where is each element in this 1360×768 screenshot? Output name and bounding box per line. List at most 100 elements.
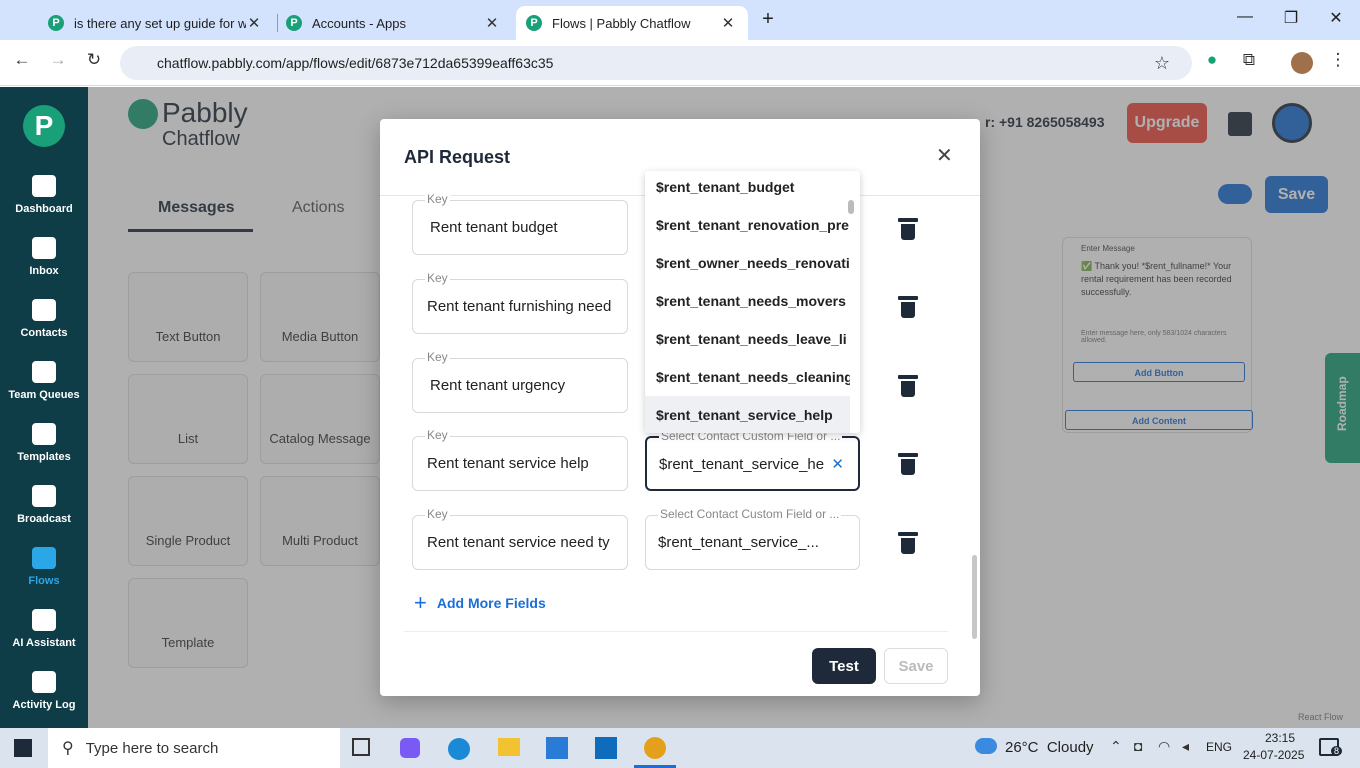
- team-icon: [32, 361, 56, 383]
- search-placeholder: Type here to search: [85, 739, 219, 757]
- language-indicator[interactable]: ENG: [1206, 740, 1232, 754]
- taskbar-search[interactable]: ⚲ Type here to search: [48, 728, 340, 768]
- outlook-icon[interactable]: [595, 737, 617, 759]
- windows-start-icon[interactable]: [14, 739, 32, 757]
- store-icon[interactable]: [546, 737, 568, 759]
- bookmark-star-icon[interactable]: ☆: [1154, 53, 1170, 74]
- sidebar-item-activity-log[interactable]: Activity Log: [0, 671, 88, 711]
- address-bar: ← → ↻ chatflow.pabbly.com/app/flows/edit…: [0, 40, 1360, 86]
- tab-title: is there any set up guide for we: [74, 15, 246, 31]
- key-field[interactable]: Key Rent tenant service help: [412, 428, 628, 491]
- close-tab-icon[interactable]: ✕: [720, 14, 736, 32]
- tab-flows[interactable]: P Flows | Pabbly Chatflow ✕: [516, 6, 748, 40]
- tab-accounts[interactable]: P Accounts - Apps ✕: [276, 6, 512, 40]
- megaphone-icon: [32, 485, 56, 507]
- sidebar-item-label: Dashboard: [15, 203, 73, 215]
- delete-row-icon[interactable]: [898, 375, 918, 397]
- reload-icon[interactable]: ↻: [82, 50, 106, 70]
- dropdown-option-highlighted[interactable]: $rent_tenant_service_help: [656, 407, 850, 423]
- delete-row-icon[interactable]: [898, 532, 918, 554]
- dropdown-option[interactable]: $rent_tenant_budget: [656, 179, 850, 195]
- profile-avatar[interactable]: [1291, 52, 1313, 74]
- chevron-up-icon[interactable]: ⌃: [1110, 738, 1122, 755]
- clock-time[interactable]: 23:15: [1250, 731, 1310, 745]
- sidebar-item-label: Inbox: [29, 265, 59, 277]
- templates-icon: [32, 423, 56, 445]
- url-text: chatflow.pabbly.com/app/flows/edit/6873e…: [157, 55, 554, 71]
- key-field[interactable]: Key Rent tenant urgency: [412, 350, 628, 413]
- key-field[interactable]: Key Rent tenant budget: [412, 192, 628, 255]
- dropdown-option[interactable]: $rent_tenant_needs_movers: [656, 293, 850, 309]
- dropdown-scrollbar[interactable]: [848, 200, 854, 214]
- file-explorer-icon[interactable]: [498, 738, 520, 756]
- dropdown-option[interactable]: $rent_tenant_renovation_pre: [656, 217, 850, 233]
- minimize-icon[interactable]: —: [1233, 8, 1257, 26]
- sidebar-item-label: Contacts: [20, 327, 68, 339]
- meet-icon[interactable]: ◘: [1134, 738, 1142, 754]
- sidebar-item-dashboard[interactable]: Dashboard: [0, 175, 88, 215]
- url-field[interactable]: chatflow.pabbly.com/app/flows/edit/6873e…: [120, 46, 1192, 80]
- dropdown-option[interactable]: $rent_tenant_needs_cleaning: [656, 369, 850, 385]
- custom-field-select[interactable]: Select Contact Custom Field or ... $rent_…: [645, 429, 860, 491]
- forward-icon[interactable]: →: [46, 50, 70, 70]
- extension-pabbly-icon[interactable]: ●: [1200, 50, 1224, 70]
- flows-icon: [32, 547, 56, 569]
- clock-date[interactable]: 24-07-2025: [1243, 748, 1304, 762]
- sidebar-item-templates[interactable]: Templates: [0, 423, 88, 463]
- custom-field-select[interactable]: Select Contact Custom Field or ... $rent_…: [645, 507, 860, 570]
- wifi-icon[interactable]: ◠: [1158, 738, 1170, 755]
- weather-icon: [975, 738, 997, 754]
- task-view-icon[interactable]: [352, 738, 370, 756]
- sidebar-item-ai-assistant[interactable]: AI Assistant: [0, 609, 88, 649]
- test-button[interactable]: Test: [812, 648, 876, 684]
- close-window-icon[interactable]: ✕: [1324, 8, 1348, 28]
- key-field[interactable]: Key Rent tenant furnishing need: [412, 271, 628, 334]
- sidebar-item-label: Flows: [28, 575, 60, 587]
- custom-field-dropdown: $rent_tenant_budget $rent_tenant_renovat…: [645, 171, 860, 433]
- search-icon: ⚲: [62, 740, 74, 757]
- sidebar-item-label: Templates: [17, 451, 71, 463]
- maximize-icon[interactable]: ❐: [1279, 8, 1303, 28]
- sidebar-item-label: Broadcast: [17, 513, 71, 525]
- save-button[interactable]: Save: [884, 648, 948, 684]
- new-tab-icon[interactable]: +: [756, 8, 780, 31]
- tab-title: Accounts - Apps: [312, 15, 406, 31]
- robot-icon: [32, 609, 56, 631]
- notification-icon[interactable]: 8: [1319, 738, 1343, 756]
- browser-menu-icon[interactable]: ⋮: [1326, 50, 1350, 70]
- pabbly-logo-icon: P: [23, 105, 65, 147]
- chrome-icon[interactable]: [644, 737, 666, 759]
- delete-row-icon[interactable]: [898, 218, 918, 240]
- clear-icon[interactable]: ✕: [831, 455, 844, 473]
- delete-row-icon[interactable]: [898, 453, 918, 475]
- dropdown-option[interactable]: $rent_owner_needs_renovati: [656, 255, 850, 271]
- tab-guide[interactable]: P is there any set up guide for we ✕: [38, 6, 274, 40]
- sidebar-item-broadcast[interactable]: Broadcast: [0, 485, 88, 525]
- delete-row-icon[interactable]: [898, 296, 918, 318]
- key-field[interactable]: Key Rent tenant service need ty: [412, 507, 628, 570]
- windows-taskbar: ⚲ Type here to search 26°C Cloudy ⌃ ◘ ◠ …: [0, 728, 1360, 768]
- back-icon[interactable]: ←: [10, 50, 34, 70]
- pabbly-favicon-icon: P: [526, 15, 542, 31]
- close-modal-icon[interactable]: ✕: [936, 143, 953, 168]
- weather-text[interactable]: 26°C Cloudy: [1005, 739, 1094, 756]
- mute-icon[interactable]: ◂: [1182, 738, 1189, 755]
- sidebar-item-inbox[interactable]: Inbox: [0, 237, 88, 277]
- extensions-icon[interactable]: ⧉: [1237, 50, 1261, 70]
- notification-count: 8: [1331, 746, 1343, 756]
- close-tab-icon[interactable]: ✕: [484, 14, 500, 32]
- close-tab-icon[interactable]: ✕: [246, 14, 262, 32]
- pabbly-favicon-icon: P: [48, 15, 64, 31]
- dropdown-option[interactable]: $rent_tenant_needs_leave_li: [656, 331, 850, 347]
- add-more-fields-button[interactable]: + Add More Fields: [414, 590, 546, 616]
- chat-icon: [32, 237, 56, 259]
- sidebar-item-contacts[interactable]: Contacts: [0, 299, 88, 339]
- sidebar-item-flows[interactable]: Flows: [0, 547, 88, 587]
- copilot-icon[interactable]: [400, 738, 420, 758]
- sidebar-item-team-queues[interactable]: Team Queues: [0, 361, 88, 401]
- modal-scrollbar[interactable]: [972, 555, 977, 639]
- edge-icon[interactable]: [448, 738, 470, 760]
- plus-icon: +: [414, 590, 427, 615]
- sidebar-item-label: Team Queues: [8, 389, 80, 401]
- browser-tabbar: P is there any set up guide for we ✕ P A…: [0, 0, 1360, 40]
